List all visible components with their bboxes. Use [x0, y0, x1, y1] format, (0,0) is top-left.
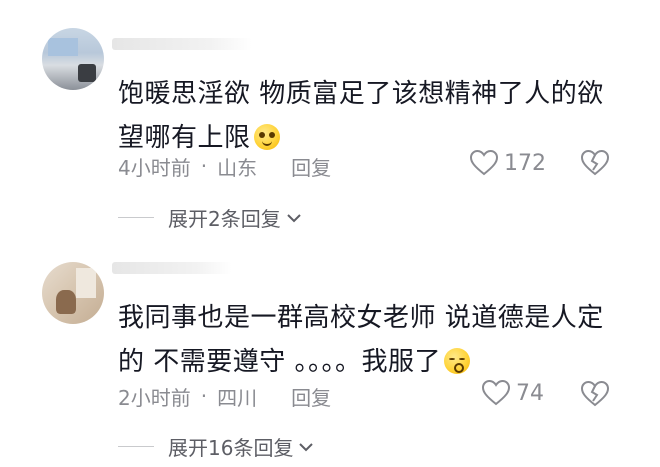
username-blurred[interactable] [112, 262, 232, 274]
divider [118, 446, 154, 447]
location: 四川 [217, 385, 258, 410]
separator: · [200, 154, 208, 178]
timestamp: 2小时前 [118, 385, 191, 410]
avatar[interactable] [42, 28, 104, 90]
reply-button[interactable]: 回复 [291, 152, 331, 181]
broken-heart-icon [580, 149, 610, 176]
location: 山东 [217, 155, 258, 180]
expand-replies[interactable]: 展开16条回复 [118, 432, 314, 461]
separator: · [200, 384, 208, 408]
comment-meta: 2小时前 · 四川 回复 [118, 382, 331, 410]
expand-replies[interactable]: 展开2条回复 [118, 203, 301, 232]
comment-text: 我同事也是一群高校女老师 说道德是人定的 不需要遵守 。。。。我服了 [118, 296, 618, 384]
like-count: 74 [516, 380, 544, 406]
comment-meta: 4小时前 · 山东 回复 [118, 152, 331, 180]
like-button[interactable]: 74 [482, 380, 544, 406]
heart-icon [482, 380, 510, 406]
expand-replies-label: 展开2条回复 [168, 207, 281, 231]
timestamp: 4小时前 [118, 155, 191, 180]
heart-icon [470, 150, 498, 176]
divider [118, 217, 154, 218]
smiling-face-emoji-icon [253, 124, 280, 150]
like-count: 172 [504, 150, 546, 176]
chevron-down-icon [299, 442, 314, 451]
dislike-button[interactable] [580, 380, 610, 411]
broken-heart-icon [580, 380, 610, 407]
reply-button[interactable]: 回复 [291, 382, 331, 411]
chevron-down-icon [287, 213, 301, 222]
comment-text: 饱暖思淫欲 物质富足了该想精神了人的欲望哪有上限 [118, 72, 618, 160]
comment-body: 我同事也是一群高校女老师 说道德是人定的 不需要遵守 。。。。我服了 [118, 303, 604, 377]
avatar[interactable] [42, 262, 104, 324]
like-button[interactable]: 172 [470, 150, 546, 176]
expand-replies-label: 展开16条回复 [168, 436, 294, 460]
dislike-button[interactable] [580, 149, 610, 180]
comment-body: 饱暖思淫欲 物质富足了该想精神了人的欲望哪有上限 [118, 79, 604, 153]
kissing-blush-emoji-icon [444, 348, 471, 374]
username-blurred[interactable] [112, 38, 252, 50]
